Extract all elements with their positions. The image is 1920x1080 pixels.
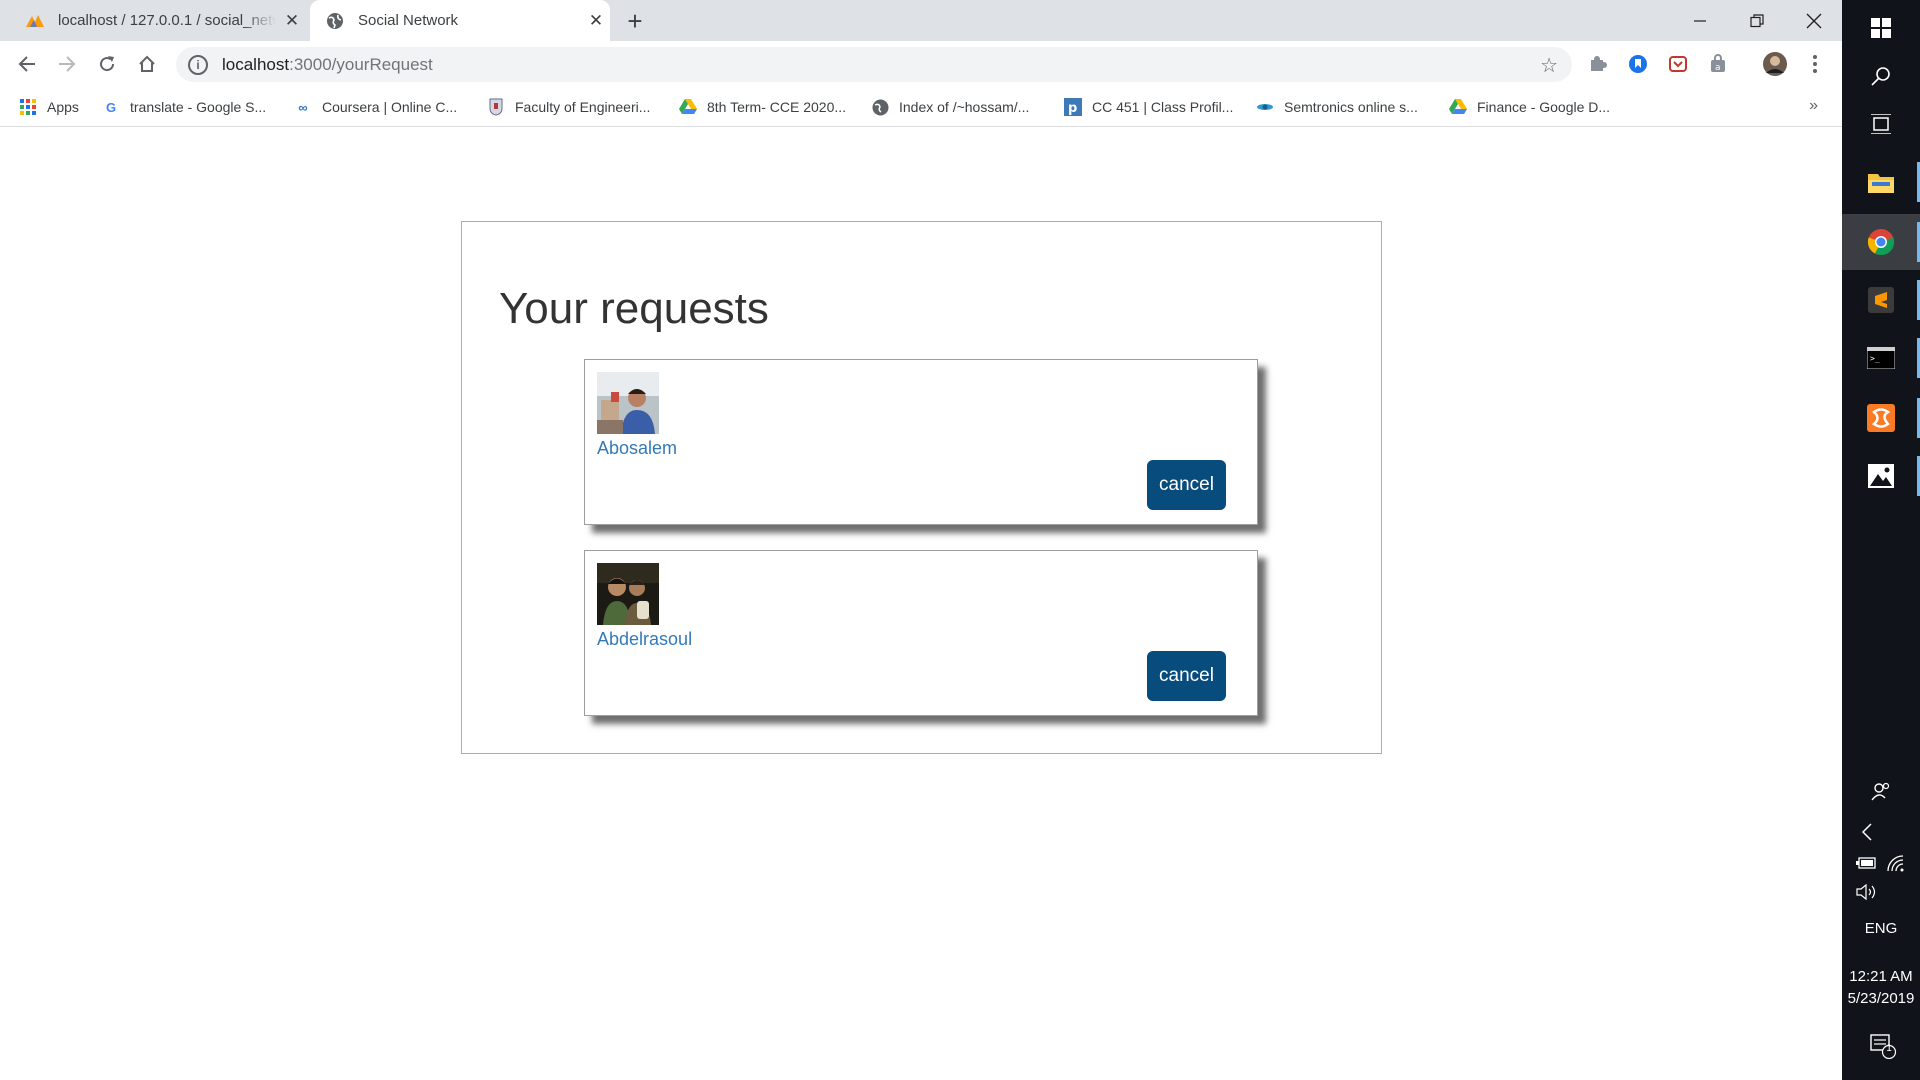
svg-text:a: a [1715, 63, 1721, 73]
shopping-bag-icon[interactable]: a [1707, 53, 1729, 75]
task-view-icon[interactable] [1842, 96, 1920, 152]
browser-window: localhost / 127.0.0.1 / social_netw ✕ So… [0, 0, 1842, 1080]
bookmark-faculty[interactable]: Faculty of Engineeri... [487, 87, 650, 127]
phpmyadmin-icon [24, 10, 46, 32]
reload-icon[interactable] [93, 50, 121, 78]
avatar[interactable] [597, 563, 659, 625]
bookmark-label: translate - Google S... [130, 99, 267, 115]
chevron-left-icon[interactable] [1856, 822, 1878, 842]
sublime-text-icon[interactable] [1842, 272, 1920, 328]
battery-icon[interactable] [1854, 853, 1878, 873]
cancel-request-button[interactable]: cancel [1147, 460, 1226, 510]
site-info-icon[interactable]: i [188, 54, 208, 75]
wifi-icon[interactable] [1884, 853, 1908, 873]
bookmark-coursera[interactable]: ∞ Coursera | Online C... [294, 87, 457, 127]
svg-text:p: p [1068, 101, 1077, 116]
bookmark-label: Apps [47, 99, 79, 115]
browser-toolbar: i localhost:3000/yourRequest ☆ a [0, 41, 1842, 87]
tab-social-network[interactable]: Social Network ✕ [310, 0, 610, 41]
close-tab-icon[interactable]: ✕ [586, 11, 606, 31]
bookmark-index-hossam[interactable]: Index of /~hossam/... [871, 87, 1029, 127]
avatar[interactable] [597, 372, 659, 434]
bookmark-label: Faculty of Engineeri... [515, 99, 651, 115]
page-title: Your requests [499, 284, 769, 333]
request-card: Abosalem cancel [584, 359, 1258, 525]
windows-taskbar: >_ ENG 12:21 AM 5/23/2019 1 [1842, 0, 1920, 1080]
cancel-request-button[interactable]: cancel [1147, 651, 1226, 701]
profile-avatar-icon[interactable] [1762, 51, 1788, 77]
bookmark-finance[interactable]: Finance - Google D... [1449, 87, 1610, 127]
bookmark-label: Index of /~hossam/... [899, 99, 1030, 115]
clock-date[interactable]: 5/23/2019 [1842, 990, 1920, 1007]
semtronics-icon [1256, 98, 1274, 116]
file-explorer-icon[interactable] [1842, 154, 1920, 210]
bookmark-cc451[interactable]: p CC 451 | Class Profil... [1064, 87, 1233, 127]
chevron-more-icon[interactable]: » [1809, 97, 1818, 115]
notification-count: 1 [1886, 1043, 1892, 1054]
url-text: localhost:3000/yourRequest [222, 55, 433, 75]
close-tab-icon[interactable]: ✕ [282, 11, 302, 31]
people-icon[interactable] [1870, 780, 1892, 802]
username-link[interactable]: Abosalem [597, 438, 677, 459]
bookmark-semtronics[interactable]: Semtronics online s... [1256, 87, 1418, 127]
pocket-icon[interactable] [1667, 53, 1689, 75]
bookmark-label: 8th Term- CCE 2020... [707, 99, 847, 115]
bookmark-8th-term[interactable]: 8th Term- CCE 2020... [679, 87, 846, 127]
tab-title: Social Network [358, 12, 459, 29]
page-content: Your requests Abosalem cancel Abdelrasou… [0, 128, 1842, 1080]
requests-panel: Your requests Abosalem cancel Abdelrasou… [461, 221, 1382, 754]
screen: localhost / 127.0.0.1 / social_netw ✕ So… [0, 0, 1920, 1080]
volume-icon[interactable] [1854, 882, 1880, 902]
back-arrow-icon[interactable] [13, 50, 41, 78]
google-icon: G [105, 99, 117, 115]
globe-icon [324, 10, 346, 32]
bookmarks-bar: Apps G translate - Google S... ∞ Courser… [0, 87, 1842, 127]
minimize-icon[interactable] [1671, 0, 1728, 41]
language-indicator[interactable]: ENG [1842, 920, 1920, 937]
photos-icon[interactable] [1842, 448, 1920, 504]
home-icon[interactable] [133, 50, 161, 78]
piazza-icon: p [1064, 98, 1082, 116]
bookmark-label: Semtronics online s... [1284, 99, 1418, 115]
xampp-icon[interactable] [1842, 390, 1920, 446]
google-drive-icon [1449, 98, 1467, 116]
bookmark-extension-icon[interactable] [1627, 53, 1649, 75]
notifications-icon[interactable]: 1 [1868, 1032, 1898, 1060]
new-tab-button[interactable]: + [620, 6, 650, 36]
bookmark-translate[interactable]: G translate - Google S... [102, 87, 266, 127]
close-window-icon[interactable] [1785, 0, 1842, 41]
terminal-icon[interactable]: >_ [1842, 330, 1920, 386]
coursera-icon: ∞ [298, 99, 308, 115]
clock-time[interactable]: 12:21 AM [1842, 968, 1920, 985]
tab-strip: localhost / 127.0.0.1 / social_netw ✕ So… [0, 0, 1842, 41]
google-drive-icon [679, 98, 697, 116]
menu-kebab-icon[interactable] [1804, 53, 1826, 75]
bookmark-star-icon[interactable]: ☆ [1540, 53, 1558, 78]
username-link[interactable]: Abdelrasoul [597, 629, 692, 650]
university-icon [487, 98, 505, 116]
svg-text:>_: >_ [1870, 354, 1880, 363]
apps-grid-icon [19, 98, 37, 116]
tab-title: localhost / 127.0.0.1 / social_netw [58, 12, 276, 29]
bookmark-apps[interactable]: Apps [19, 87, 79, 127]
chrome-icon[interactable] [1842, 214, 1920, 270]
bookmark-label: Finance - Google D... [1477, 99, 1611, 115]
extension-puzzle-icon[interactable] [1587, 53, 1609, 75]
forward-arrow-icon[interactable] [53, 50, 81, 78]
globe-icon [871, 98, 889, 116]
tab-phpmyadmin[interactable]: localhost / 127.0.0.1 / social_netw ✕ [0, 0, 306, 41]
url-path: :3000/yourRequest [289, 54, 433, 74]
request-card: Abdelrasoul cancel [584, 550, 1258, 716]
bookmark-label: CC 451 | Class Profil... [1092, 99, 1234, 115]
restore-icon[interactable] [1728, 0, 1785, 41]
address-bar[interactable]: i localhost:3000/yourRequest ☆ [176, 47, 1572, 82]
bookmark-label: Coursera | Online C... [322, 99, 458, 115]
url-host: localhost [222, 54, 290, 74]
